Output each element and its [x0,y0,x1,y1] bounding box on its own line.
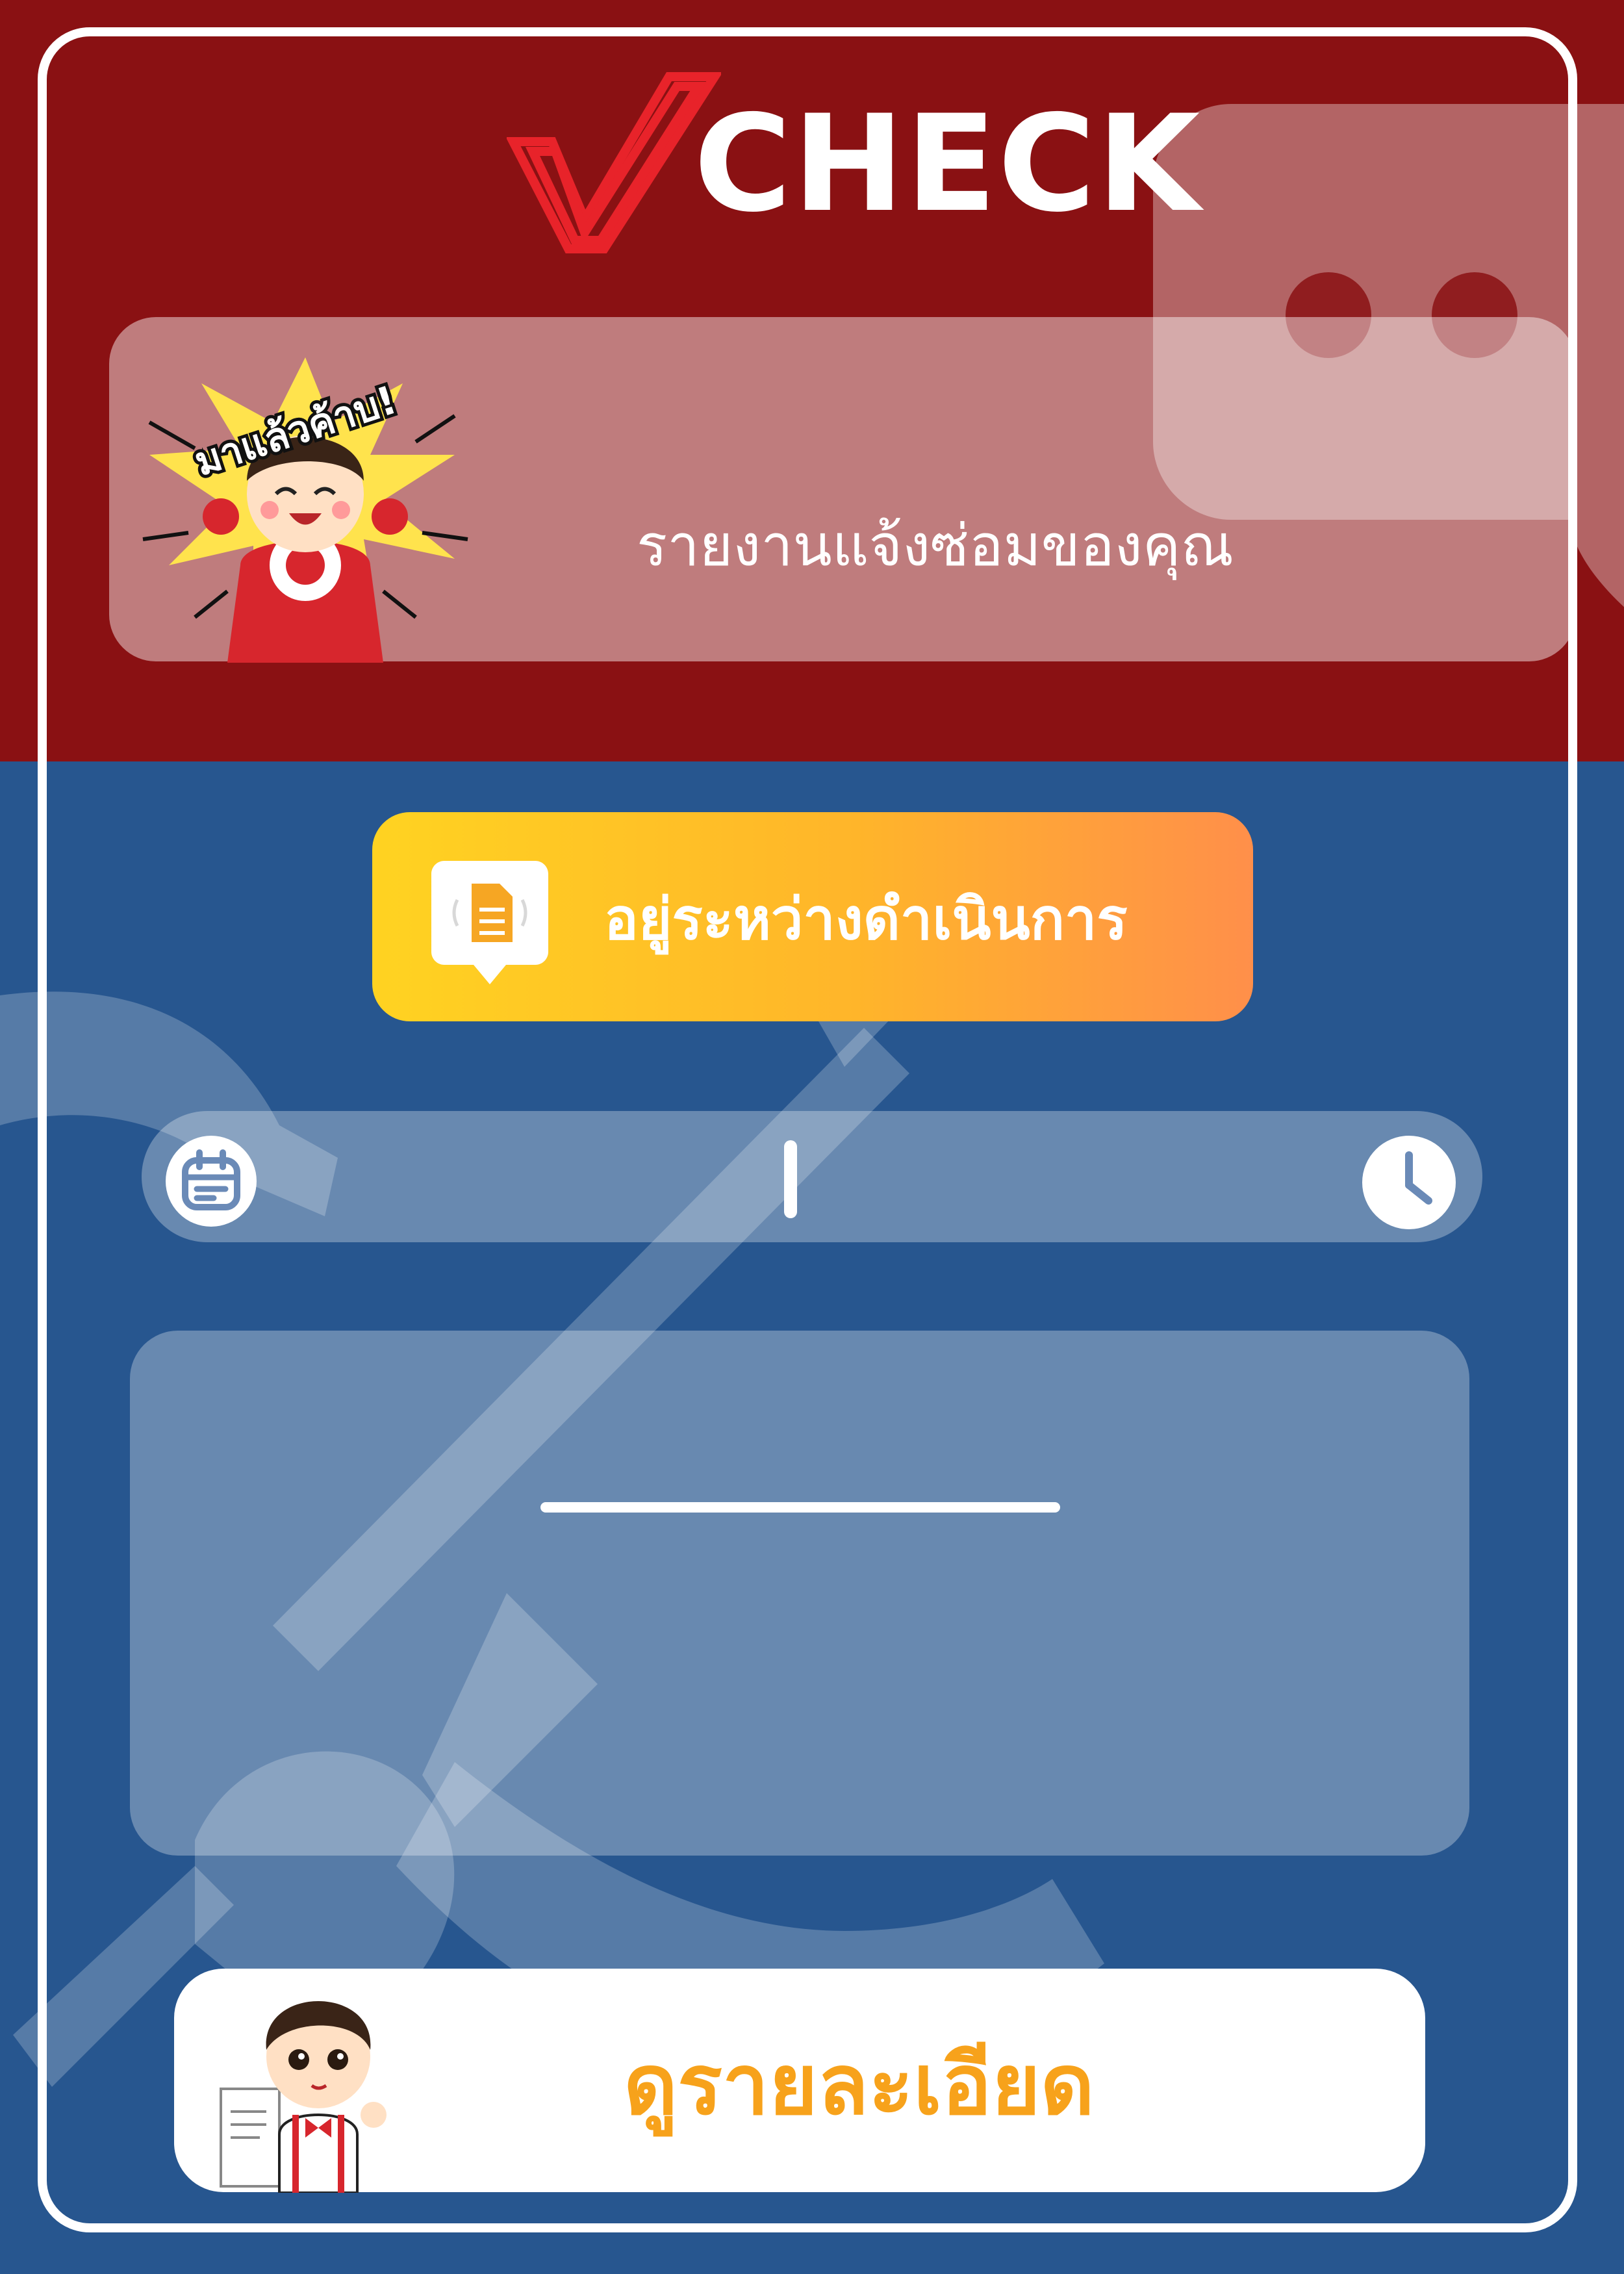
details-card [130,1331,1469,1856]
logo-wordmark: CHECK [694,87,1202,242]
document-icon [431,861,548,984]
view-details-label: ดูรายละเอียด [624,2037,1095,2134]
mascot-scooter-icon: มาแล้วค้าบ! [142,357,468,663]
status-label: อยู่ระหว่างดำเนินการ [604,886,1128,952]
mascot-thumbs-up-icon [220,2001,387,2193]
datetime-bar [142,1111,1482,1242]
page-title: รายงานแจ้งซ่อมของคุณ [637,512,1234,579]
clock-icon [1362,1136,1456,1229]
datetime-divider [784,1140,797,1218]
calendar-icon [166,1136,257,1227]
details-placeholder-line [540,1502,1060,1513]
vcheck-logo: CHECK [507,70,1200,259]
checkmark-logo-icon [507,72,721,253]
